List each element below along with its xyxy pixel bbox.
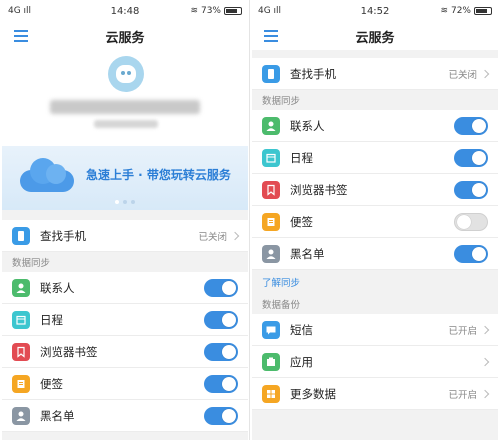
more-data-icon bbox=[262, 384, 280, 403]
sync-item-blacklist[interactable]: 黑名单 bbox=[252, 238, 498, 270]
promo-banner[interactable]: 急速上手 · 带您玩转云服务 bbox=[2, 146, 248, 210]
chevron-right-icon bbox=[480, 325, 490, 334]
status-time: 14:48 bbox=[110, 5, 140, 17]
bookmarks-toggle[interactable] bbox=[204, 342, 238, 361]
backup-item-status: 已开启 bbox=[448, 389, 477, 401]
page-title: 云服务 bbox=[105, 30, 145, 46]
contacts-icon bbox=[262, 116, 280, 135]
blacklist-toggle[interactable] bbox=[204, 406, 238, 425]
right-phone-screen: 4G ıll 14:52 ≋ 72% 云服务 查找手机 已关闭 数据同步 联系人… bbox=[252, 0, 498, 440]
backup-item-more-data[interactable]: 更多数据 已开启 bbox=[252, 378, 498, 410]
bookmark-icon bbox=[262, 180, 280, 199]
chevron-right-icon bbox=[480, 357, 490, 366]
sync-item-label: 浏览器书签 bbox=[290, 182, 348, 197]
screenshot-divider bbox=[249, 0, 250, 440]
find-phone-status: 已关闭 bbox=[448, 69, 477, 81]
find-phone-row[interactable]: 查找手机 已关闭 bbox=[2, 220, 248, 252]
backup-list: 短信 已开启 应用 更多数据 已开启 bbox=[252, 314, 498, 410]
phone-icon bbox=[12, 226, 30, 245]
sms-icon bbox=[262, 320, 280, 339]
notes-toggle[interactable] bbox=[454, 212, 488, 231]
notes-icon bbox=[12, 374, 30, 393]
right-sync-list: 联系人 日程 浏览器书签 便签 黑名单 bbox=[252, 110, 498, 270]
backup-item-sms[interactable]: 短信 已开启 bbox=[252, 314, 498, 346]
blacklist-icon bbox=[262, 244, 280, 263]
chevron-right-icon bbox=[480, 69, 490, 78]
find-phone-status: 已关闭 bbox=[198, 231, 227, 243]
sync-item-bookmarks[interactable]: 浏览器书签 bbox=[2, 336, 248, 368]
sync-item-label: 便签 bbox=[290, 214, 313, 229]
bookmarks-toggle[interactable] bbox=[454, 180, 488, 199]
account-name-blurred bbox=[50, 100, 200, 114]
cloud-icon bbox=[20, 156, 74, 192]
sync-item-label: 黑名单 bbox=[290, 246, 325, 261]
sync-item-calendar[interactable]: 日程 bbox=[2, 304, 248, 336]
contacts-icon bbox=[12, 278, 30, 297]
sync-item-blacklist[interactable]: 黑名单 bbox=[2, 400, 248, 432]
sync-item-notes[interactable]: 便签 bbox=[2, 368, 248, 400]
contacts-toggle[interactable] bbox=[454, 116, 488, 135]
learn-sync-link[interactable]: 了解同步 bbox=[252, 270, 498, 294]
left-sync-list: 联系人 日程 浏览器书签 便签 黑名单 bbox=[2, 272, 248, 432]
status-bar: 4G ıll 14:48 ≋ 73% bbox=[2, 0, 248, 22]
status-time: 14:52 bbox=[360, 5, 390, 17]
sync-item-notes[interactable]: 便签 bbox=[252, 206, 498, 238]
calendar-toggle[interactable] bbox=[204, 310, 238, 329]
calendar-icon bbox=[262, 148, 280, 167]
banner-pager bbox=[2, 200, 248, 204]
battery-icon bbox=[224, 7, 242, 15]
notes-toggle[interactable] bbox=[204, 374, 238, 393]
calendar-toggle[interactable] bbox=[454, 148, 488, 167]
sync-item-bookmarks[interactable]: 浏览器书签 bbox=[252, 174, 498, 206]
profile-card[interactable] bbox=[2, 50, 248, 146]
app-header: 云服务 bbox=[252, 22, 498, 50]
account-id-blurred bbox=[94, 120, 158, 128]
sync-item-label: 黑名单 bbox=[40, 408, 75, 423]
find-phone-label: 查找手机 bbox=[40, 228, 86, 243]
sync-item-calendar[interactable]: 日程 bbox=[252, 142, 498, 174]
status-bar: 4G ıll 14:52 ≋ 72% bbox=[252, 0, 498, 22]
backup-item-apps[interactable]: 应用 bbox=[252, 346, 498, 378]
apps-icon bbox=[262, 352, 280, 371]
backup-section-header: 数据备份 bbox=[252, 294, 498, 314]
menu-icon[interactable] bbox=[264, 30, 278, 42]
backup-item-label: 更多数据 bbox=[290, 386, 336, 401]
contacts-toggle[interactable] bbox=[204, 278, 238, 297]
left-phone-screen: 4G ıll 14:48 ≋ 73% 云服务 急速上手 · 带您玩转云服务 查找… bbox=[2, 0, 248, 440]
sync-item-label: 联系人 bbox=[40, 280, 75, 295]
battery-icon bbox=[474, 7, 492, 15]
sync-item-label: 日程 bbox=[290, 150, 313, 165]
chevron-right-icon bbox=[480, 389, 490, 398]
calendar-icon bbox=[12, 310, 30, 329]
backup-item-label: 短信 bbox=[290, 322, 313, 337]
page-title: 云服务 bbox=[355, 30, 395, 46]
sync-item-label: 联系人 bbox=[290, 118, 325, 133]
menu-icon[interactable] bbox=[14, 30, 28, 42]
blacklist-toggle[interactable] bbox=[454, 244, 488, 263]
notes-icon bbox=[262, 212, 280, 231]
sync-item-label: 浏览器书签 bbox=[40, 344, 98, 359]
sync-item-contacts[interactable]: 联系人 bbox=[2, 272, 248, 304]
blacklist-icon bbox=[12, 406, 30, 425]
sync-item-label: 日程 bbox=[40, 312, 63, 327]
sync-item-label: 便签 bbox=[40, 376, 63, 391]
banner-text: 急速上手 · 带您玩转云服务 bbox=[86, 168, 231, 182]
sync-section-header: 数据同步 bbox=[2, 252, 248, 272]
backup-item-status: 已开启 bbox=[448, 325, 477, 337]
sync-item-contacts[interactable]: 联系人 bbox=[252, 110, 498, 142]
find-phone-row[interactable]: 查找手机 已关闭 bbox=[252, 58, 498, 90]
find-phone-label: 查找手机 bbox=[290, 66, 336, 81]
avatar[interactable] bbox=[108, 56, 144, 92]
bookmark-icon bbox=[12, 342, 30, 361]
backup-item-label: 应用 bbox=[290, 354, 313, 369]
sync-section-header: 数据同步 bbox=[252, 90, 498, 110]
chevron-right-icon bbox=[230, 231, 240, 240]
phone-icon bbox=[262, 64, 280, 83]
app-header: 云服务 bbox=[2, 22, 248, 50]
